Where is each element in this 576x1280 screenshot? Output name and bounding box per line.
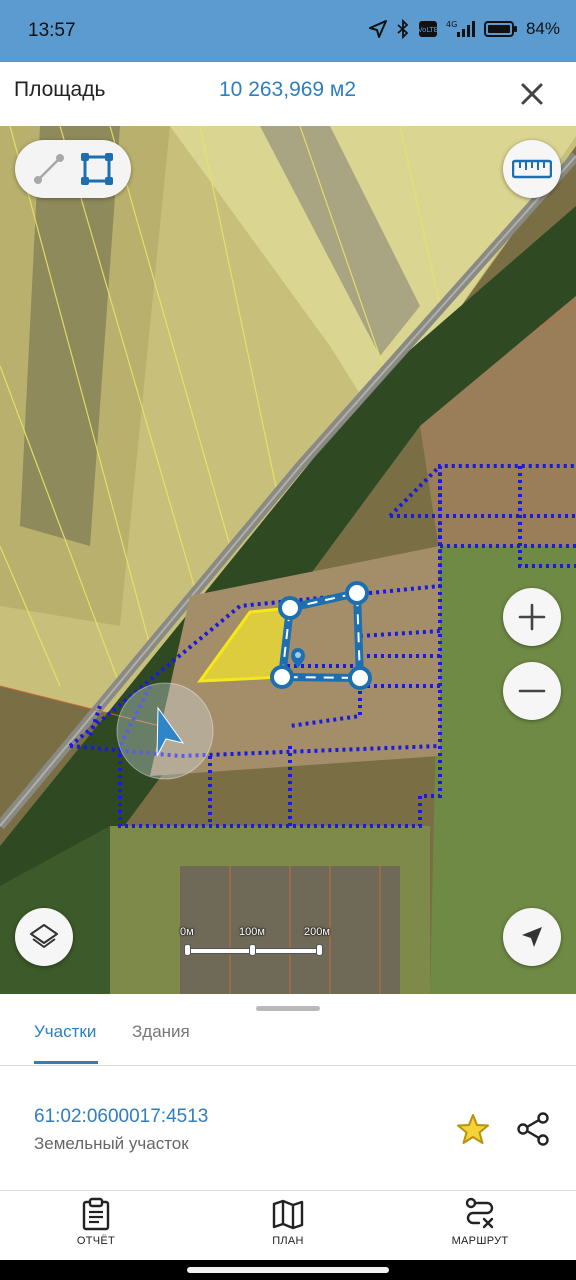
area-header: Площадь 10 263,969 м2 <box>0 62 576 126</box>
scale-tick <box>184 944 191 956</box>
zoom-out-icon <box>518 689 546 693</box>
line-measure-tool[interactable] <box>29 149 69 189</box>
map-view[interactable]: 0м 100м 200м <box>0 126 576 994</box>
area-value: 10 263,969 м2 <box>219 78 357 101</box>
map-scale: 0м 100м 200м <box>180 926 330 966</box>
svg-text:4G: 4G <box>446 20 457 29</box>
nav-route-label: МАРШРУТ <box>451 1235 509 1247</box>
battery-percent: 84% <box>525 19 560 38</box>
close-button[interactable] <box>512 74 552 114</box>
clipboard-icon <box>82 1197 110 1231</box>
status-icons: VoLTE 4G 84% <box>368 19 560 39</box>
plot-cadastral-number[interactable]: 61:02:0600017:4513 <box>34 1106 208 1128</box>
svg-text:VoLTE: VoLTE <box>418 26 438 34</box>
layers-icon <box>30 924 58 948</box>
map-icon <box>272 1199 304 1230</box>
plot-type: Земельный участок <box>34 1134 189 1153</box>
tab-plots[interactable]: Участки <box>34 1022 96 1066</box>
favorite-button[interactable] <box>454 1110 492 1148</box>
satellite-map[interactable] <box>0 126 576 994</box>
nav-report-label: ОТЧЁТ <box>76 1235 116 1247</box>
status-time: 13:57 <box>28 20 76 41</box>
bottom-nav: ОТЧЁТ ПЛАН МАРШРУТ <box>0 1190 576 1260</box>
sheet-drag-handle[interactable] <box>256 1006 320 1011</box>
battery-icon <box>483 20 518 38</box>
locate-icon <box>522 927 542 947</box>
close-icon <box>521 83 543 105</box>
zoom-in-button[interactable] <box>503 588 561 646</box>
home-gesture-bar[interactable] <box>187 1267 389 1273</box>
polygon-measure-tool[interactable] <box>77 149 117 189</box>
layers-button[interactable] <box>15 908 73 966</box>
tabs: Участки Здания <box>0 1014 576 1066</box>
scale-tick <box>249 944 256 956</box>
scale-label-200: 200м <box>304 926 330 938</box>
line-measure-icon <box>34 154 64 184</box>
status-bar: 13:57 VoLTE 4G 84% <box>0 0 576 62</box>
signal-4g-icon: 4G <box>446 19 476 39</box>
polygon-measure-icon <box>81 153 113 185</box>
scale-label-100: 100м <box>239 926 265 938</box>
locate-button[interactable] <box>503 908 561 966</box>
plot-list-item[interactable]: 61:02:0600017:4513 Земельный участок <box>0 1084 576 1184</box>
tab-indicator <box>34 1061 98 1064</box>
nav-route[interactable]: МАРШРУТ <box>420 1197 540 1257</box>
scale-label-0: 0м <box>180 926 194 938</box>
nav-plan-label: ПЛАН <box>272 1235 304 1247</box>
share-icon <box>517 1112 549 1146</box>
bottom-sheet: Участки Здания 61:02:0600017:4513 Земель… <box>0 994 576 1190</box>
ruler-icon <box>512 159 552 179</box>
route-icon <box>465 1197 494 1229</box>
ruler-button[interactable] <box>503 140 561 198</box>
nav-report[interactable]: ОТЧЁТ <box>36 1197 156 1257</box>
nav-plan[interactable]: ПЛАН <box>228 1197 348 1257</box>
zoom-in-icon <box>518 603 546 631</box>
share-button[interactable] <box>512 1108 554 1150</box>
tab-buildings[interactable]: Здания <box>132 1022 190 1066</box>
gesture-area <box>0 1260 576 1280</box>
bluetooth-icon <box>396 19 410 39</box>
volte-icon: VoLTE <box>418 20 438 38</box>
area-title: Площадь <box>14 78 106 101</box>
star-icon <box>457 1114 489 1144</box>
measure-tool-toggle <box>15 140 131 198</box>
scale-tick <box>316 944 323 956</box>
location-arrow-icon <box>368 19 388 39</box>
zoom-out-button[interactable] <box>503 662 561 720</box>
